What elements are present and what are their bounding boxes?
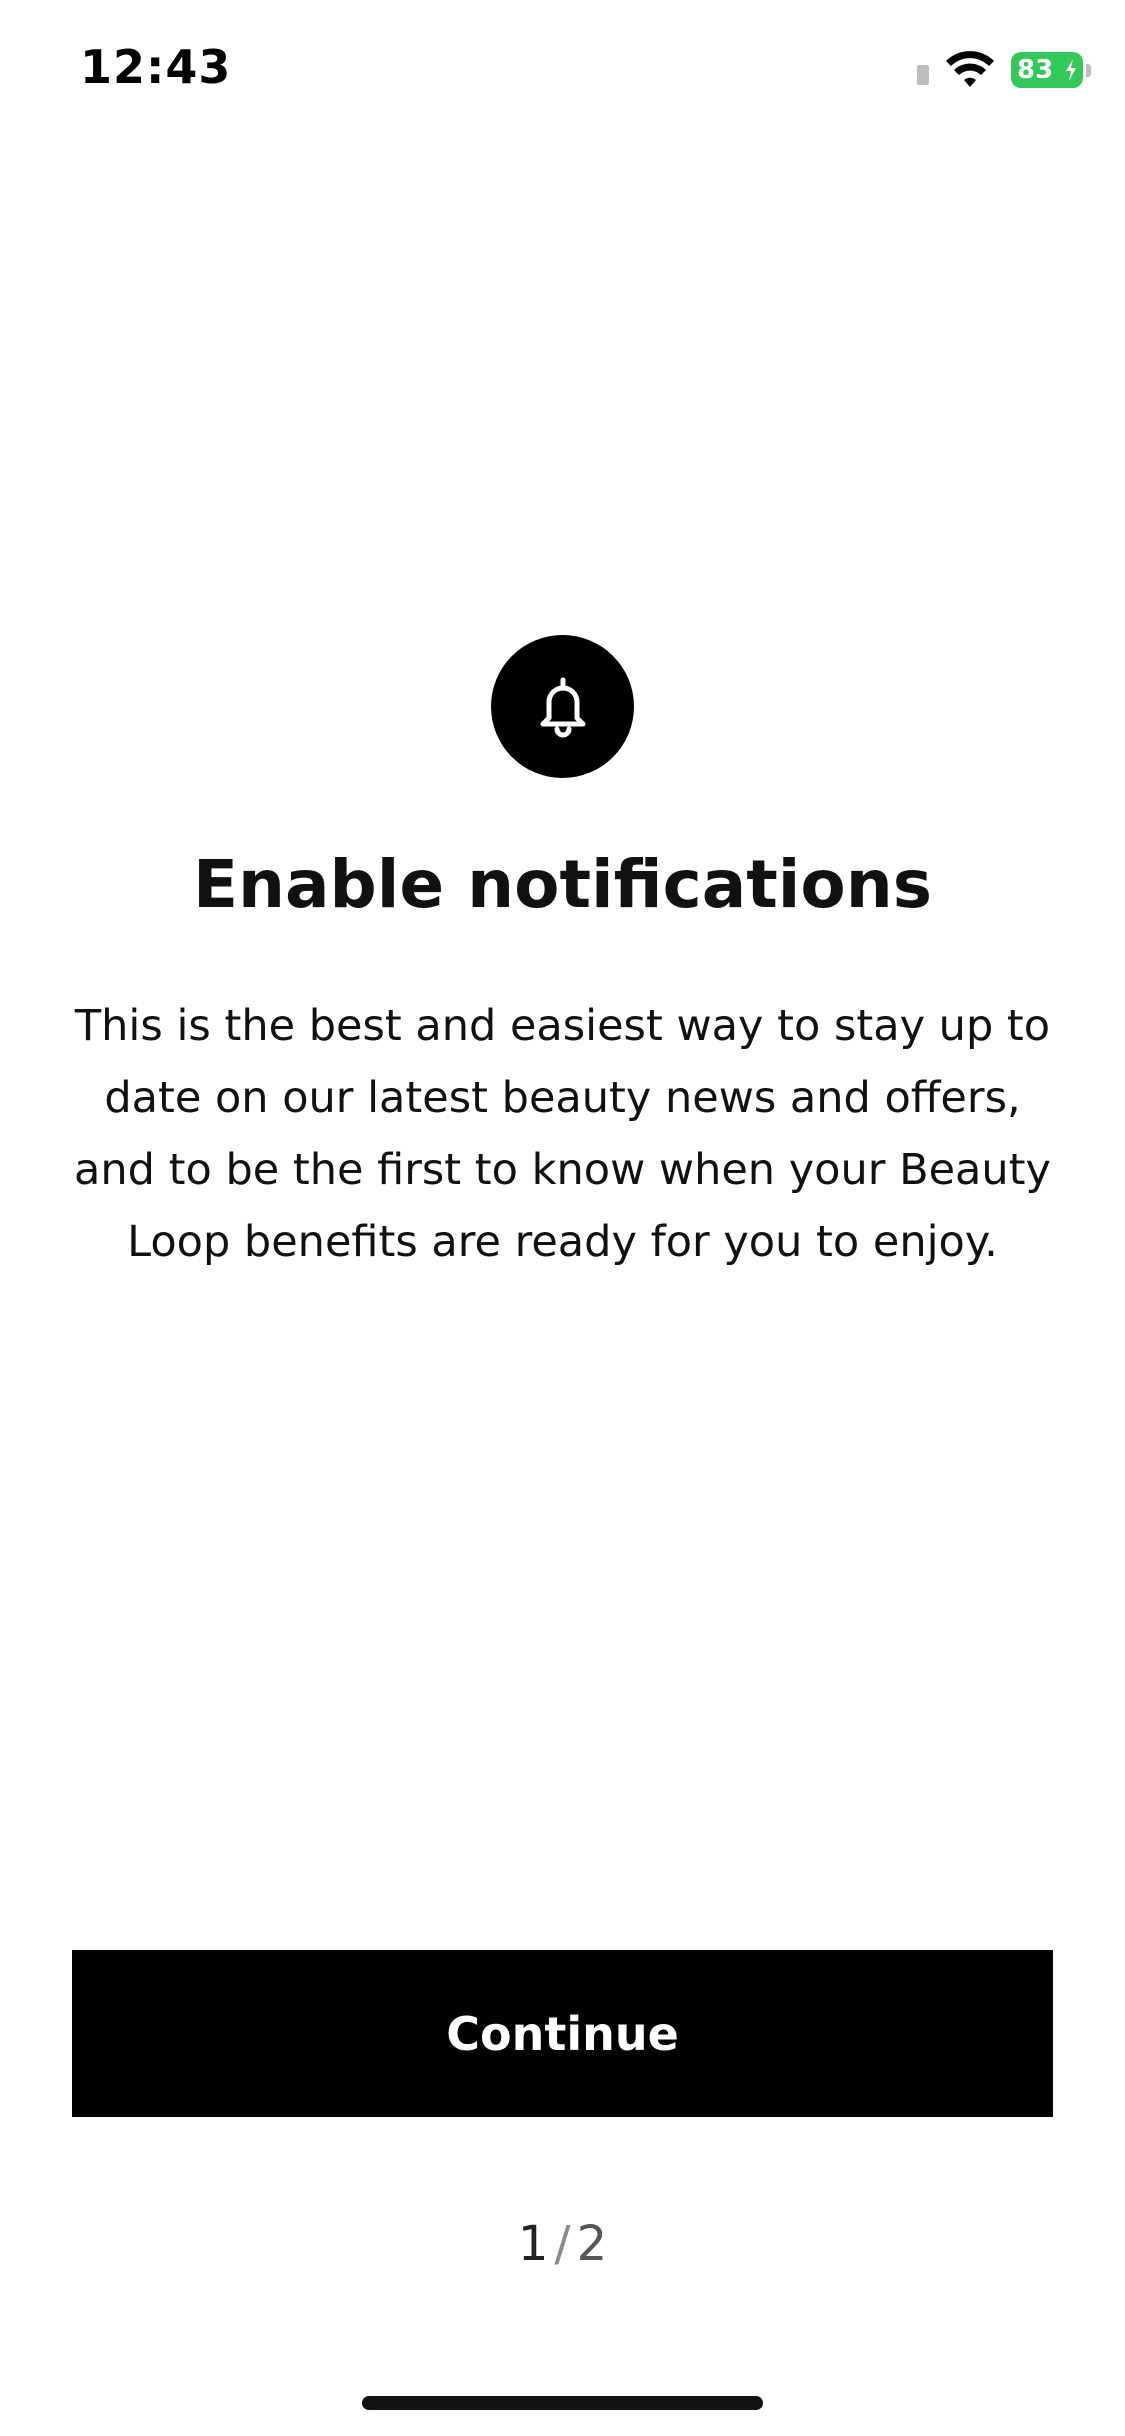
continue-button[interactable]: Continue [72,1950,1053,2117]
page-indicator: 1/2 [0,2212,1125,2276]
wifi-icon [946,51,994,87]
status-icons: 83 [917,48,1091,92]
battery-icon: 83 [1011,52,1091,88]
battery-level: 83 [1017,55,1054,85]
notification-badge [491,635,634,778]
description-text: This is the best and easiest way to stay… [74,1001,1051,1267]
status-bar: 12:43 83 [0,0,1125,140]
page-total: 2 [576,2216,608,2272]
status-time: 12:43 [80,40,232,94]
page-separator: / [554,2216,571,2272]
page-title: Enable notifications [192,846,933,923]
home-indicator[interactable] [362,2396,763,2410]
bell-icon [540,677,585,737]
page-current: 1 [517,2216,549,2272]
charging-bolt-icon [1066,59,1076,81]
signal-icon [917,65,929,85]
battery-cap [1086,64,1091,77]
